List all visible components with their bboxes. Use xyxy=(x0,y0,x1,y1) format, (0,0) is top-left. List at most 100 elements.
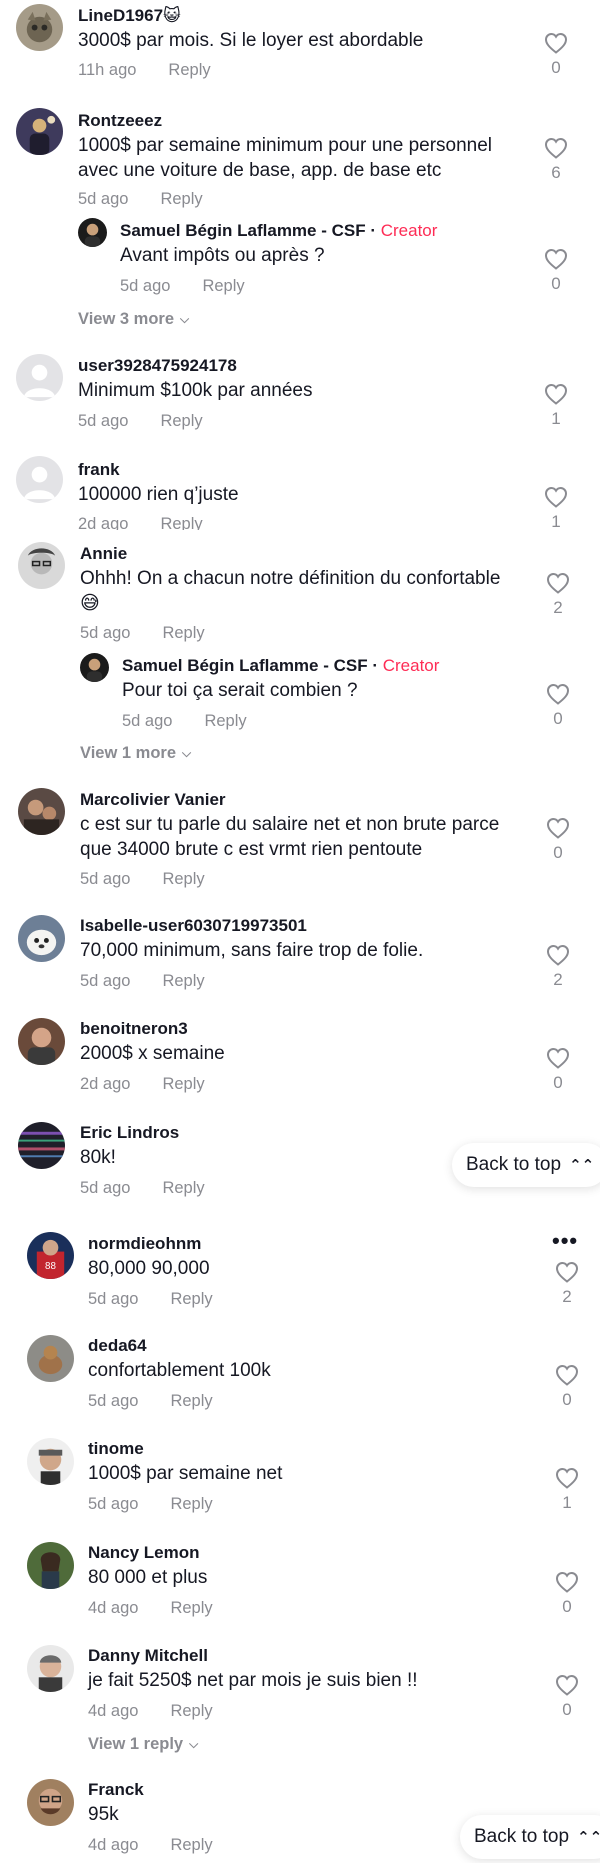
like-button[interactable]: 0 xyxy=(552,1674,582,1720)
comment-time: 5d ago xyxy=(88,1392,139,1410)
heart-outline-icon xyxy=(555,1261,579,1283)
reply-button[interactable]: Reply xyxy=(170,1702,212,1720)
reply-button[interactable]: Reply xyxy=(204,712,246,730)
heart-outline-icon xyxy=(546,944,570,966)
reply-button[interactable]: Reply xyxy=(160,515,202,530)
reply-button[interactable]: Reply xyxy=(170,1599,212,1617)
back-to-top-button[interactable]: Back to top ⌃⌃ xyxy=(460,1815,600,1859)
like-button[interactable]: 0 xyxy=(541,248,571,294)
like-button[interactable]: 2 xyxy=(543,572,573,618)
like-button[interactable]: 0 xyxy=(543,683,573,729)
like-button[interactable]: 2 xyxy=(543,944,573,990)
view-more-replies[interactable]: View 1 more ⌵ xyxy=(80,744,191,763)
comment-username[interactable]: Danny Mitchell xyxy=(88,1646,208,1666)
reply-button[interactable]: Reply xyxy=(170,1495,212,1513)
reply-button[interactable]: Reply xyxy=(202,277,244,295)
avatar[interactable] xyxy=(16,456,63,503)
avatar[interactable] xyxy=(18,915,65,962)
comment-text: 1000$ par semaine minimum pour une perso… xyxy=(78,135,493,181)
like-count: 0 xyxy=(553,1073,563,1092)
like-button[interactable]: 1 xyxy=(541,486,571,530)
heart-outline-icon xyxy=(544,32,568,54)
reply-button[interactable]: Reply xyxy=(162,972,204,990)
avatar[interactable] xyxy=(18,788,65,835)
like-count: 6 xyxy=(551,163,561,182)
like-count: 1 xyxy=(562,1493,572,1512)
reply-button[interactable]: Reply xyxy=(160,190,202,208)
like-count: 1 xyxy=(551,409,561,428)
comment-username[interactable]: user3928475924178 xyxy=(78,356,237,376)
like-count: 0 xyxy=(562,1597,572,1616)
comment-username[interactable]: Samuel Bégin Laflamme - CSF · Creator xyxy=(122,656,439,676)
avatar[interactable] xyxy=(27,1645,74,1692)
like-button[interactable]: 0 xyxy=(552,1571,582,1617)
chevron-down-icon: ⌵ xyxy=(182,746,192,760)
reply-button[interactable]: Reply xyxy=(160,412,202,430)
like-button[interactable]: 0 xyxy=(552,1364,582,1410)
comment-username[interactable]: Marcolivier Vanier xyxy=(80,790,226,810)
comment-username[interactable]: tinome xyxy=(88,1439,144,1459)
comment-time: 5d ago xyxy=(80,972,131,990)
avatar[interactable] xyxy=(16,108,63,155)
like-button[interactable]: 0 xyxy=(541,32,571,78)
comment-username[interactable]: benoitneron3 xyxy=(80,1019,188,1039)
comment-username[interactable]: Isabelle-user6030719973501 xyxy=(80,916,307,936)
comment-username[interactable]: normdieohnm xyxy=(88,1234,201,1254)
like-button[interactable]: 0 xyxy=(543,1047,573,1093)
comment-time: 5d ago xyxy=(122,712,173,730)
heart-outline-icon xyxy=(544,383,568,405)
comment-time: 5d ago xyxy=(120,277,171,295)
comment-text: 95k xyxy=(88,1804,119,1825)
avatar[interactable] xyxy=(80,653,109,682)
like-button[interactable]: 2 xyxy=(552,1261,582,1307)
more-dots-icon[interactable]: ••• xyxy=(552,1228,578,1254)
avatar[interactable] xyxy=(27,1779,74,1826)
heart-outline-icon xyxy=(555,1467,579,1489)
comment-text: Ohhh! On a chacun notre définition du co… xyxy=(80,568,501,614)
like-count: 2 xyxy=(553,970,563,989)
reply-button[interactable]: Reply xyxy=(162,870,204,888)
comment-username[interactable]: Annie xyxy=(80,544,127,564)
reply-button[interactable]: Reply xyxy=(162,1179,204,1197)
like-button[interactable]: 0 xyxy=(543,817,573,863)
back-to-top-button[interactable]: Back to top ⌃⌃ xyxy=(452,1143,600,1187)
reply-button[interactable]: Reply xyxy=(170,1290,212,1308)
reply-button[interactable]: Reply xyxy=(170,1836,212,1854)
comment-username[interactable]: frank xyxy=(78,460,120,480)
comment-username[interactable]: Samuel Bégin Laflamme - CSF · Creator xyxy=(120,221,437,241)
reply-button[interactable]: Reply xyxy=(162,1075,204,1093)
like-count: 0 xyxy=(551,58,561,77)
avatar[interactable] xyxy=(27,1438,74,1485)
comment-username[interactable]: Nancy Lemon xyxy=(88,1543,199,1563)
reply-button[interactable]: Reply xyxy=(170,1392,212,1410)
avatar[interactable]: 88 xyxy=(27,1232,74,1279)
avatar[interactable] xyxy=(18,542,65,589)
comment-username[interactable]: deda64 xyxy=(88,1336,147,1356)
comment-username[interactable]: Rontzeeez xyxy=(78,111,162,131)
avatar[interactable] xyxy=(16,354,63,401)
avatar[interactable] xyxy=(78,218,107,247)
reply-button[interactable]: Reply xyxy=(168,61,210,79)
like-button[interactable]: 1 xyxy=(552,1467,582,1513)
avatar[interactable] xyxy=(27,1542,74,1589)
chevron-down-icon: ⌵ xyxy=(180,312,190,326)
comment-username[interactable]: Franck xyxy=(88,1780,144,1800)
avatar[interactable] xyxy=(18,1018,65,1065)
comment-meta: 5d ago Reply xyxy=(88,1392,213,1411)
comment-username[interactable]: Eric Lindros xyxy=(80,1123,179,1143)
like-button[interactable]: 1 xyxy=(541,383,571,429)
comment-text: 100000 rien q’juste xyxy=(78,484,239,505)
avatar[interactable] xyxy=(16,4,63,51)
comment-text: 80k! xyxy=(80,1147,116,1168)
like-button[interactable]: 6 xyxy=(541,137,571,183)
reply-button[interactable]: Reply xyxy=(162,624,204,642)
comment-username[interactable]: LineD1967😺 xyxy=(78,6,181,26)
like-count: 0 xyxy=(562,1390,572,1409)
view-more-replies[interactable]: View 1 reply ⌵ xyxy=(88,1735,198,1754)
avatar[interactable] xyxy=(18,1122,65,1169)
like-count: 0 xyxy=(551,274,561,293)
like-count: 0 xyxy=(562,1700,572,1719)
heart-outline-icon xyxy=(546,572,570,594)
view-more-replies[interactable]: View 3 more ⌵ xyxy=(78,310,189,329)
avatar[interactable] xyxy=(27,1335,74,1382)
